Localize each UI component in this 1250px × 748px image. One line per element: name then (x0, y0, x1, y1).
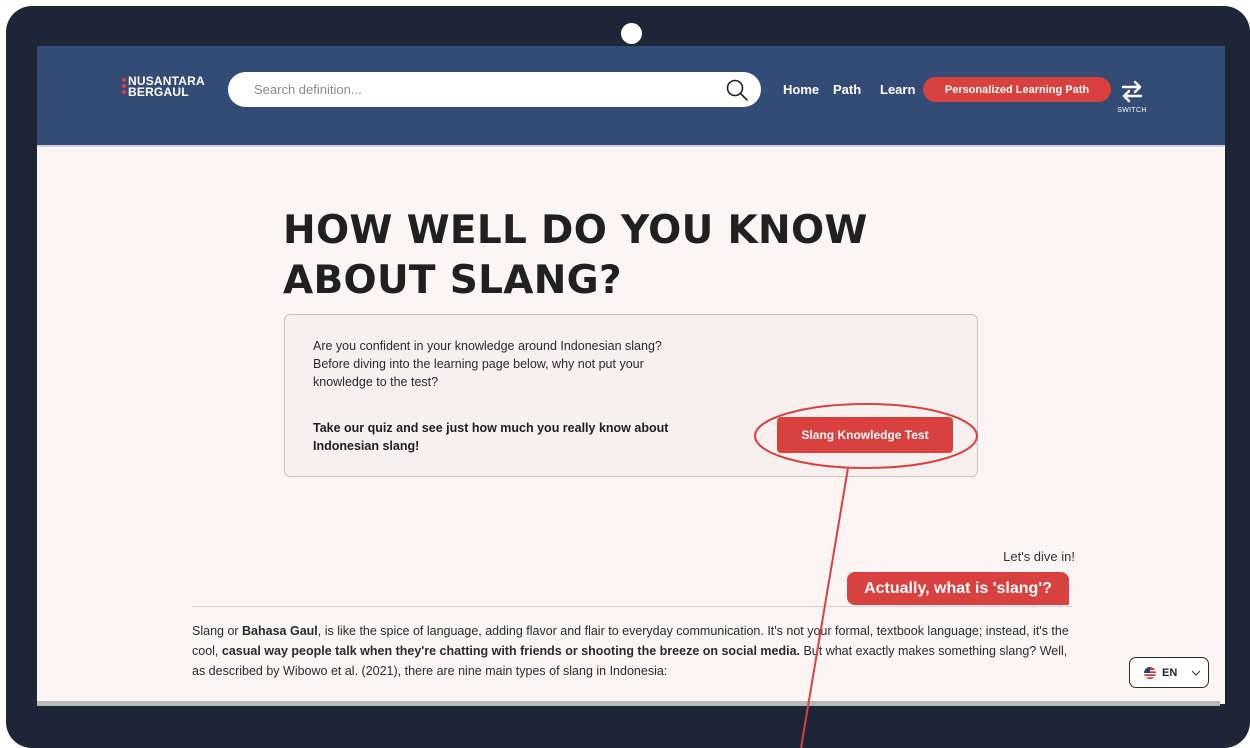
logo-text: NUSANTARA BERGAUL (128, 75, 205, 99)
hero-title: HOW WELL DO YOU KNOW ABOUT SLANG? (283, 206, 933, 306)
search-icon[interactable] (725, 78, 749, 102)
switch-button[interactable]: SWITCH (1115, 78, 1149, 114)
personalized-learning-path-button[interactable]: Personalized Learning Path (923, 77, 1111, 102)
search-bar (228, 72, 761, 107)
slang-knowledge-test-button[interactable]: Slang Knowledge Test (777, 417, 953, 453)
hero-title-line-1: HOW WELL DO YOU KNOW (283, 208, 868, 253)
switch-arrows-icon (1121, 80, 1143, 103)
screen-bottom-edge (37, 701, 1220, 706)
chevron-down-icon (1191, 670, 1201, 676)
nav-learn[interactable]: Learn (880, 82, 915, 97)
quiz-card-callout: Take our quiz and see just how much you … (313, 421, 669, 453)
para-bold-bahasa-gaul: Bahasa Gaul (242, 624, 318, 638)
language-selector[interactable]: EN (1129, 657, 1209, 688)
search-input[interactable] (254, 82, 694, 97)
quiz-card: Are you confident in your knowledge arou… (284, 314, 978, 477)
us-flag-icon (1144, 666, 1156, 679)
slang-intro-paragraph: Slang or Bahasa Gaul, is like the spice … (192, 621, 1072, 681)
top-navigation-bar: NUSANTARA BERGAUL Home Path Learn Person… (37, 46, 1225, 147)
screen: NUSANTARA BERGAUL Home Path Learn Person… (37, 46, 1225, 704)
camera-dot (621, 23, 642, 44)
hero-title-line-2: ABOUT SLANG? (283, 258, 622, 303)
para-bold-casual: casual way people talk when they're chat… (221, 644, 800, 658)
what-is-slang-badge: Actually, what is 'slang'? (847, 572, 1069, 605)
switch-label: SWITCH (1117, 107, 1147, 114)
language-code: EN (1162, 666, 1178, 679)
section-divider (192, 606, 1072, 607)
logo-line-2: BERGAUL (128, 85, 189, 99)
quiz-card-description: Are you confident in your knowledge arou… (313, 339, 662, 389)
logo-mark-icon (122, 78, 126, 96)
para-text-1: Slang or (192, 624, 243, 638)
nav-path[interactable]: Path (833, 82, 861, 97)
dive-in-text: Let's dive in! (1003, 549, 1075, 564)
nav-home[interactable]: Home (783, 82, 819, 97)
site-logo[interactable]: NUSANTARA BERGAUL (122, 75, 205, 99)
